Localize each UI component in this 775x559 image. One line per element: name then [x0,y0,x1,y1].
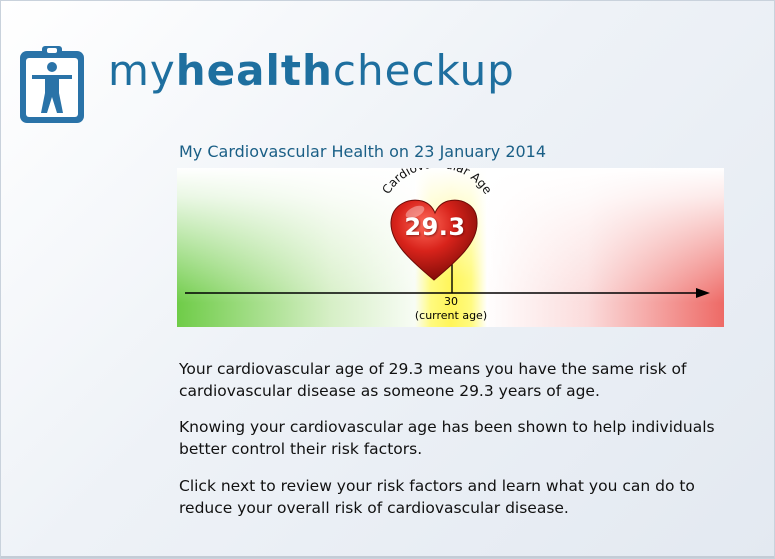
axis-arrowhead [696,288,710,298]
next-step-paragraph: Click next to review your risk factors a… [179,477,695,517]
cardiovascular-age-gauge: Cardiovascular Age 29.3 30 (current age) [177,168,724,327]
app-logo-text: myhealthcheckup [108,45,515,97]
person-clipboard-icon [20,46,84,123]
app-window: myhealthcheckup My Cardiovascular Health… [0,0,775,559]
logo-text-my: my [108,46,176,95]
logo-text-checkup: checkup [332,46,515,95]
footer-divider [1,556,774,558]
logo-text-health: health [175,46,333,95]
benefit-paragraph: Knowing your cardiovascular age has been… [179,418,715,458]
page-title: My Cardiovascular Health on 23 January 2… [179,142,547,161]
explanation-paragraph: Your cardiovascular age of 29.3 means yo… [179,360,687,400]
cardiovascular-age-value: 29.3 [404,213,466,241]
current-age-value: 30 [444,295,458,308]
cardiovascular-age-arc-label: Cardiovascular Age [379,168,495,197]
arc-label-text: Cardiovascular Age [379,168,495,197]
current-age-caption: (current age) [414,309,488,322]
